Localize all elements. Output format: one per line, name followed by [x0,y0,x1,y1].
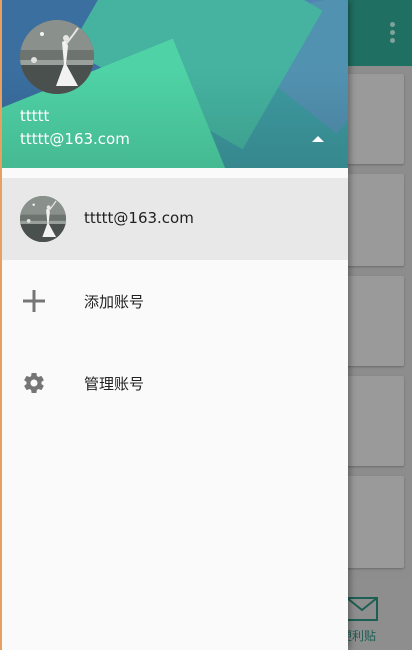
account-item-email: ttttt@163.com [84,209,194,227]
add-account-label: 添加账号 [84,293,145,311]
manage-accounts-label: 管理账号 [84,375,145,393]
navigation-drawer: ttttt ttttt@163.com ttttt@163.com 添加账号 管… [0,0,348,650]
manage-accounts-item[interactable]: 管理账号 [0,342,348,424]
add-icon [23,290,45,312]
account-name: ttttt [20,107,50,125]
avatar [20,196,66,242]
mail-icon[interactable] [346,597,378,621]
more-vert-icon[interactable] [390,22,396,44]
avatar-image [20,20,94,94]
account-email: ttttt@163.com [20,130,130,148]
drawer-header: ttttt ttttt@163.com [0,0,348,168]
settings-gear-icon [24,373,44,393]
arrow-up-icon[interactable] [310,134,326,144]
drawer-list: ttttt@163.com 添加账号 管理账号 [0,168,348,424]
avatar[interactable] [20,20,94,94]
avatar-image [20,196,66,242]
screen-edge [0,0,2,650]
current-account-item[interactable]: ttttt@163.com [0,178,348,260]
add-account-item[interactable]: 添加账号 [0,260,348,342]
